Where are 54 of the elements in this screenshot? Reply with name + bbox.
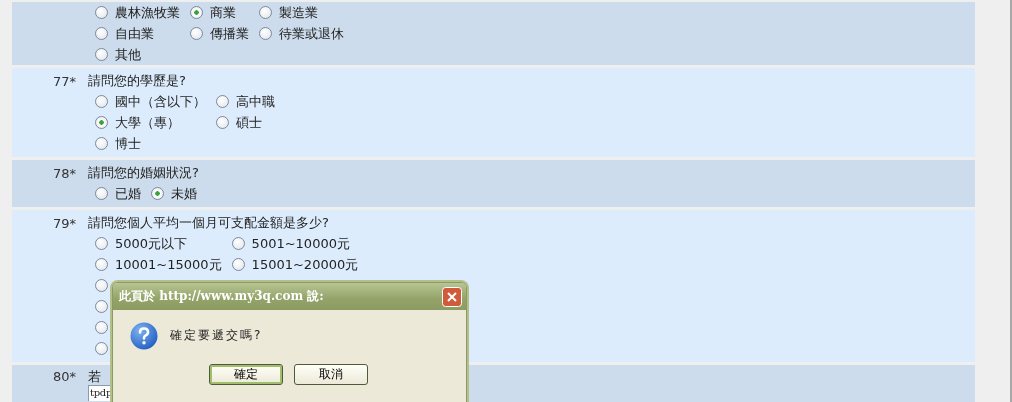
option-label: 自由業 [115,24,154,43]
radio-button[interactable] [95,137,108,150]
question-number: 78* [53,165,78,181]
option-label: 5001~10000元 [251,234,350,253]
option-label: 傳播業 [210,24,249,43]
radio-button[interactable] [95,300,108,313]
radio-button[interactable] [216,95,229,108]
dialog-title: 此頁於 http://www.my3q.com 說: [119,288,324,305]
radio-button[interactable] [95,258,108,271]
dialog-message: 確定要遞交嗎? [170,327,263,344]
radio-button[interactable] [259,6,272,19]
option-label: 其他 [115,45,141,64]
ok-button[interactable]: 確定 [209,364,283,385]
question-number: 80* [53,369,78,384]
option-label: 農林漁牧業 [115,3,180,22]
radio-button[interactable] [95,279,108,292]
radio-button[interactable] [95,48,108,61]
radio-button[interactable] [95,187,108,200]
radio-button[interactable] [190,27,203,40]
radio-button[interactable] [95,321,108,334]
option-label: 碩士 [236,113,262,132]
radio-button[interactable] [231,258,245,271]
question-text: 請問您的婚姻狀況? [88,164,199,182]
option-label: 15001~20000元 [251,255,359,274]
cancel-button[interactable]: 取消 [294,364,368,385]
question-number: 77* [53,73,78,89]
question-text: 請問您的學歷是? [88,72,186,90]
close-icon[interactable] [442,286,462,307]
radio-button[interactable] [190,6,203,19]
option-label: 5000元以下 [115,234,188,253]
option-label: 未婚 [171,184,197,203]
radio-button[interactable] [216,116,229,129]
radio-button[interactable] [95,27,108,40]
radio-button[interactable] [151,187,164,200]
option-label: 國中（含以下） [115,92,206,111]
question-text: 請問您個人平均一個月可支配金額是多少? [88,214,329,232]
question-number: 79* [53,215,78,231]
option-label: 商業 [210,3,236,22]
option-label: 10001~15000元 [115,255,222,274]
option-label: 待業或退休 [279,24,344,43]
option-label: 已婚 [115,184,141,203]
radio-button[interactable] [95,95,108,108]
radio-button[interactable] [95,342,108,355]
radio-button[interactable] [95,116,108,129]
option-label: 博士 [115,134,141,153]
radio-button[interactable] [259,27,272,40]
radio-button[interactable] [95,237,108,250]
question-text: 若 [88,367,101,386]
radio-button[interactable] [95,6,108,19]
option-label: 大學（專） [115,113,180,132]
question-icon [130,322,158,350]
option-label: 高中職 [236,92,275,111]
option-label: 製造業 [279,3,318,22]
radio-button[interactable] [231,237,245,250]
